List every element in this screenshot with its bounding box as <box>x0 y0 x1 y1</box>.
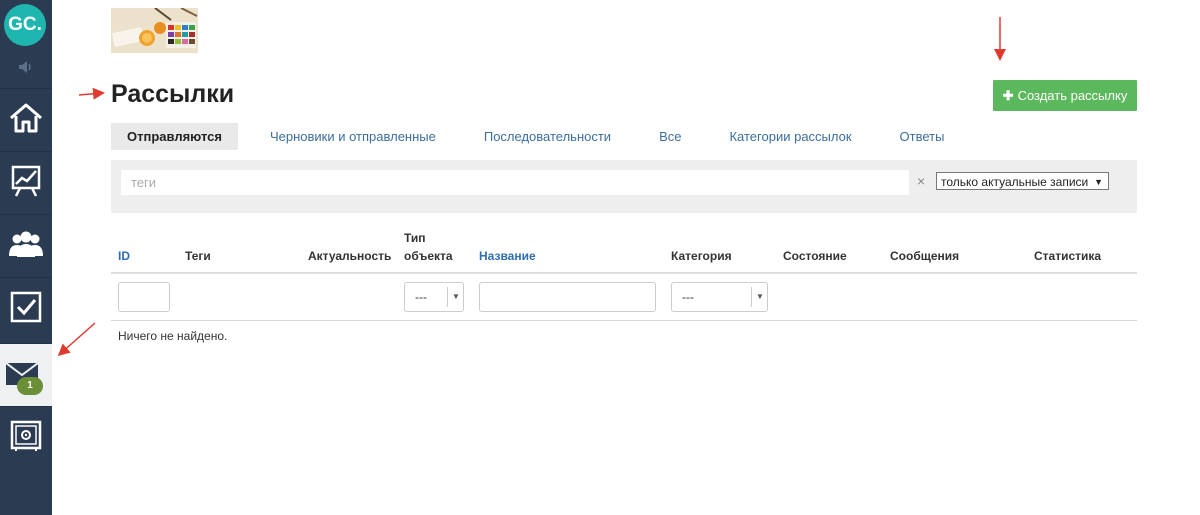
column-header-actuality: Актуальность <box>308 249 392 263</box>
plus-icon: ✚ <box>1002 88 1014 103</box>
tab-bar: Отправляются Черновики и отправленные По… <box>111 123 960 150</box>
tab-drafts-and-sent[interactable]: Черновики и отправленные <box>254 123 452 150</box>
actuality-select[interactable]: только актуальные записи ▼ <box>936 172 1109 190</box>
chart-icon <box>10 164 42 203</box>
tab-all[interactable]: Все <box>643 123 697 150</box>
column-header-id[interactable]: ID <box>118 248 130 264</box>
unread-badge: 1 <box>17 377 43 395</box>
filter-row-divider <box>111 320 1137 321</box>
category-filter[interactable]: --- ▼ <box>671 282 768 312</box>
sidebar-item-safe[interactable] <box>0 406 52 469</box>
logo[interactable]: GC. <box>4 4 46 46</box>
empty-message: Ничего не найдено. <box>118 329 228 343</box>
create-mailing-button[interactable]: ✚ Создать рассылку <box>993 80 1137 111</box>
users-icon <box>8 230 44 263</box>
column-header-object-type-line2: объекта <box>404 249 453 263</box>
object-type-filter[interactable]: --- ▼ <box>404 282 464 312</box>
column-header-messages: Сообщения <box>890 249 960 263</box>
annotation-arrow-title <box>78 87 105 100</box>
sidebar-item-tasks[interactable] <box>0 277 52 340</box>
id-filter-input[interactable] <box>118 282 170 312</box>
sidebar-item-reports[interactable] <box>0 151 52 214</box>
filter-panel: × только актуальные записи ▼ <box>111 160 1137 213</box>
home-icon <box>8 102 44 139</box>
actuality-select-value: только актуальные записи <box>941 175 1089 189</box>
tab-sending[interactable]: Отправляются <box>111 123 238 150</box>
column-header-stats: Статистика <box>1034 249 1102 263</box>
dropdown-arrow-icon: ▼ <box>452 292 460 301</box>
dropdown-arrow-icon: ▼ <box>1094 177 1103 187</box>
column-header-tags: Теги <box>185 249 211 263</box>
checkbox-icon <box>10 291 42 328</box>
header-image <box>111 8 198 53</box>
column-header-state: Состояние <box>783 249 847 263</box>
safe-icon <box>10 420 42 457</box>
column-header-object-type: Тип объекта <box>404 230 453 264</box>
clear-tags-icon[interactable]: × <box>917 173 925 189</box>
dropdown-arrow-icon: ▼ <box>756 292 764 301</box>
annotation-arrows <box>57 17 1006 356</box>
page-title: Рассылки <box>111 80 235 108</box>
tab-categories[interactable]: Категории рассылок <box>713 123 867 150</box>
annotation-arrow-mailings <box>57 322 96 356</box>
tab-sequences[interactable]: Последовательности <box>468 123 627 150</box>
column-header-name[interactable]: Название <box>479 248 536 264</box>
tab-replies[interactable]: Ответы <box>884 123 961 150</box>
create-mailing-label: Создать рассылку <box>1017 88 1128 103</box>
sidebar-item-home[interactable] <box>0 88 52 151</box>
column-header-category: Категория <box>671 249 732 263</box>
sidebar: GC. 1 <box>0 0 52 515</box>
sidebar-item-mailings[interactable]: 1 <box>0 343 52 406</box>
object-type-filter-value: --- <box>415 290 427 304</box>
select-separator <box>751 287 752 307</box>
tags-input[interactable] <box>121 170 909 195</box>
select-separator <box>447 287 448 307</box>
sidebar-item-users[interactable] <box>0 214 52 277</box>
name-filter-input[interactable] <box>479 282 656 312</box>
category-filter-value: --- <box>682 290 694 304</box>
column-header-object-type-line1: Тип <box>404 231 426 245</box>
announcement-speaker-icon[interactable] <box>0 60 52 80</box>
header-divider <box>111 272 1137 274</box>
